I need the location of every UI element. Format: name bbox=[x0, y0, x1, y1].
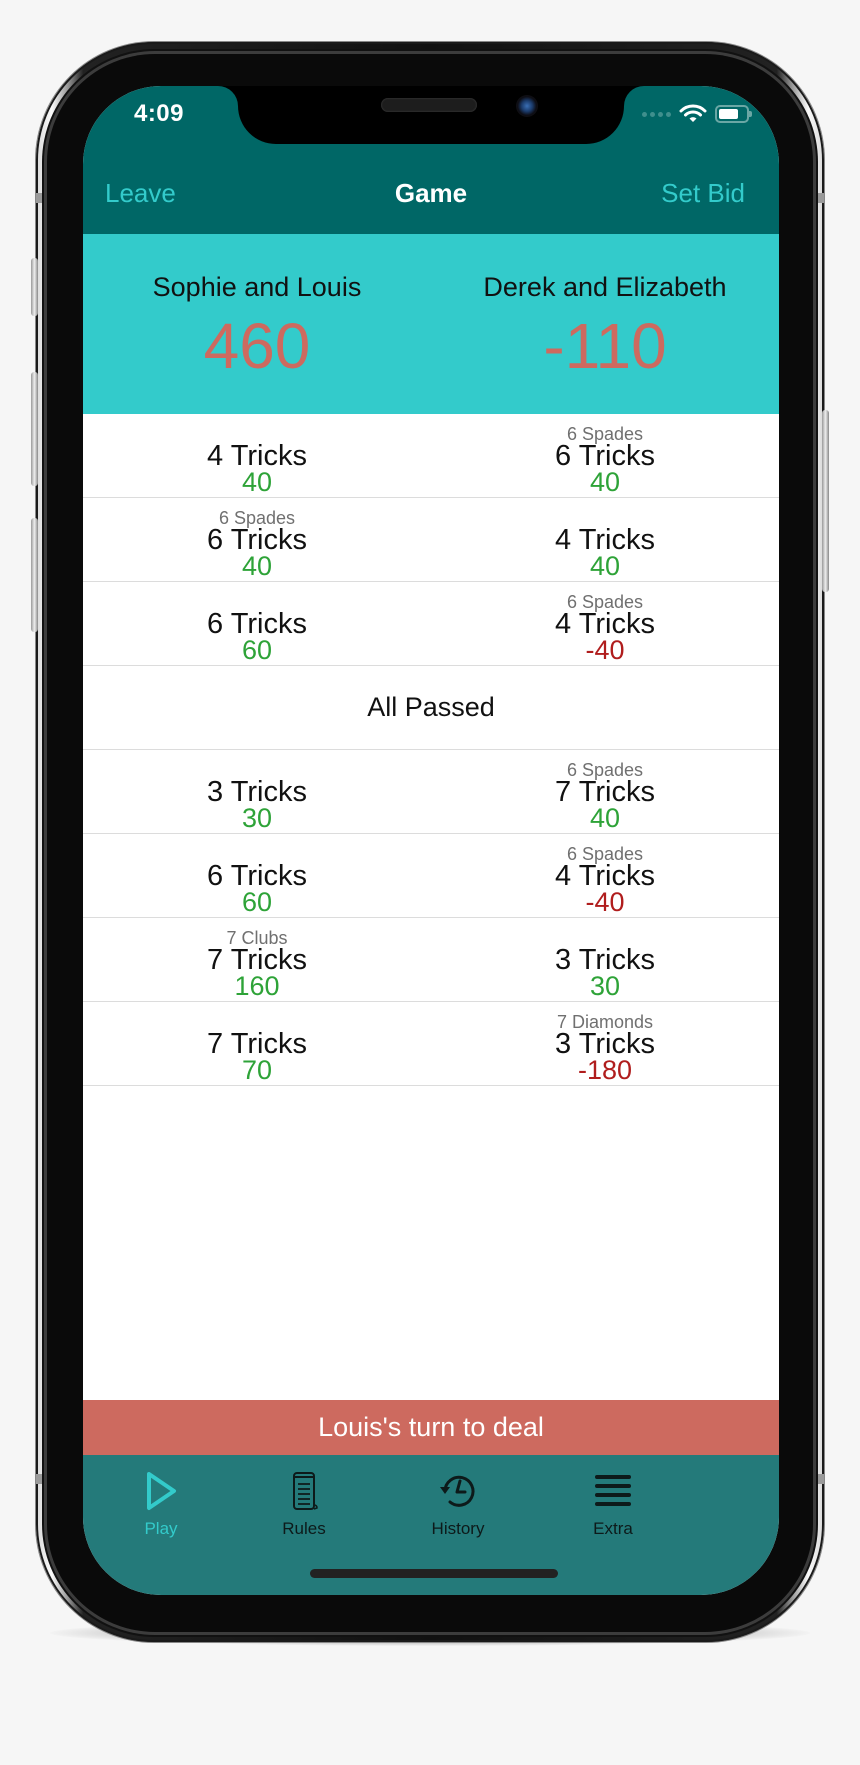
volume-up-button bbox=[31, 372, 38, 486]
round-cell-right: 6 Spades 7 Tricks 40 bbox=[431, 750, 779, 833]
volume-down-button bbox=[31, 518, 38, 632]
dealer-banner: Louis's turn to deal bbox=[83, 1400, 779, 1455]
team-left: Sophie and Louis 460 bbox=[83, 234, 431, 380]
tab-history[interactable]: History bbox=[398, 1469, 518, 1539]
scoreboard: Sophie and Louis 460 Derek and Elizabeth… bbox=[83, 234, 779, 414]
play-icon bbox=[147, 1472, 176, 1510]
tab-label: History bbox=[431, 1519, 485, 1538]
battery-icon bbox=[715, 105, 752, 123]
speaker-grille bbox=[381, 98, 477, 112]
round-cell-right: 6 Spades 4 Tricks -40 bbox=[431, 582, 779, 665]
round-cell-right: 6 Spades 4 Tricks -40 bbox=[431, 834, 779, 917]
screen: 4:09 Leave Game Set Bid Sophie and Louis… bbox=[83, 86, 779, 1595]
points-value: -40 bbox=[585, 635, 625, 665]
notch bbox=[238, 86, 624, 144]
front-camera bbox=[516, 95, 538, 117]
team-name: Sophie and Louis bbox=[152, 272, 362, 302]
points-value: 40 bbox=[589, 551, 621, 581]
tab-label: Rules bbox=[282, 1519, 326, 1538]
signal-icon bbox=[642, 111, 671, 117]
antenna-line bbox=[812, 1474, 824, 1484]
round-row-passed[interactable]: All Passed bbox=[83, 666, 779, 750]
tab-play[interactable]: Play bbox=[101, 1469, 221, 1539]
points-value: 30 bbox=[241, 803, 273, 833]
points-value: 30 bbox=[589, 971, 621, 1001]
history-icon bbox=[440, 1475, 475, 1507]
team-score: -110 bbox=[543, 310, 667, 382]
tab-label: Extra bbox=[593, 1519, 633, 1538]
round-row[interactable]: 7 Clubs 7 Tricks 160 3 Tricks 30 bbox=[83, 918, 779, 1002]
tab-extra[interactable]: Extra bbox=[553, 1469, 673, 1539]
round-row[interactable]: 7 Tricks 70 7 Diamonds 3 Tricks -180 bbox=[83, 1002, 779, 1086]
home-indicator[interactable] bbox=[310, 1569, 558, 1578]
points-value: -40 bbox=[585, 887, 625, 917]
wifi-icon bbox=[679, 104, 707, 122]
scroll-icon bbox=[293, 1472, 318, 1510]
antenna-line bbox=[812, 193, 824, 203]
round-cell-left: 7 Clubs 7 Tricks 160 bbox=[83, 918, 431, 1001]
points-value: 40 bbox=[589, 803, 621, 833]
tab-rules[interactable]: Rules bbox=[244, 1469, 364, 1539]
team-score: 460 bbox=[203, 310, 311, 382]
round-cell-left: 6 Spades 6 Tricks 40 bbox=[83, 498, 431, 581]
all-passed-label: All Passed bbox=[367, 692, 495, 722]
round-cell-right: 4 Tricks 40 bbox=[431, 498, 779, 581]
team-right: Derek and Elizabeth -110 bbox=[431, 234, 779, 380]
round-cell-left: 6 Tricks 60 bbox=[83, 834, 431, 917]
points-value: 160 bbox=[234, 971, 280, 1001]
points-value: 40 bbox=[241, 467, 273, 497]
round-cell-left: 4 Tricks 40 bbox=[83, 414, 431, 497]
round-row[interactable]: 6 Tricks 60 6 Spades 4 Tricks -40 bbox=[83, 582, 779, 666]
status-icons bbox=[642, 104, 752, 124]
round-row[interactable]: 3 Tricks 30 6 Spades 7 Tricks 40 bbox=[83, 750, 779, 834]
points-value: 40 bbox=[241, 551, 273, 581]
page-title-text: Game bbox=[394, 178, 468, 208]
menu-icon bbox=[595, 1475, 631, 1506]
round-cell-right: 3 Tricks 30 bbox=[431, 918, 779, 1001]
tab-label: Play bbox=[144, 1519, 178, 1538]
power-button bbox=[822, 410, 829, 592]
points-value: 60 bbox=[241, 887, 273, 917]
points-value: -180 bbox=[577, 1055, 633, 1085]
round-cell-left: 3 Tricks 30 bbox=[83, 750, 431, 833]
status-time: 4:09 bbox=[133, 100, 185, 127]
round-cell-left: 6 Tricks 60 bbox=[83, 582, 431, 665]
round-cell-left: 7 Tricks 70 bbox=[83, 1002, 431, 1085]
tab-bar: Play Rules History Extra bbox=[83, 1455, 779, 1595]
rounds-list[interactable]: 4 Tricks 40 6 Spades 6 Tricks 40 6 Spades 6 Tr… bbox=[83, 414, 779, 1086]
mute-switch bbox=[31, 258, 38, 316]
round-cell-right: 6 Spades 6 Tricks 40 bbox=[431, 414, 779, 497]
round-row[interactable]: 6 Spades 6 Tricks 40 4 Tricks 40 bbox=[83, 498, 779, 582]
round-row[interactable]: 4 Tricks 40 6 Spades 6 Tricks 40 bbox=[83, 414, 779, 498]
points-value: 70 bbox=[241, 1055, 273, 1085]
set-bid-button[interactable]: Set Bid bbox=[661, 178, 745, 209]
points-value: 40 bbox=[589, 467, 621, 497]
points-value: 60 bbox=[241, 635, 273, 665]
leave-button[interactable]: Leave bbox=[105, 178, 176, 209]
round-row[interactable]: 6 Tricks 60 6 Spades 4 Tricks -40 bbox=[83, 834, 779, 918]
round-cell-right: 7 Diamonds 3 Tricks -180 bbox=[431, 1002, 779, 1085]
team-name: Derek and Elizabeth bbox=[483, 272, 727, 302]
